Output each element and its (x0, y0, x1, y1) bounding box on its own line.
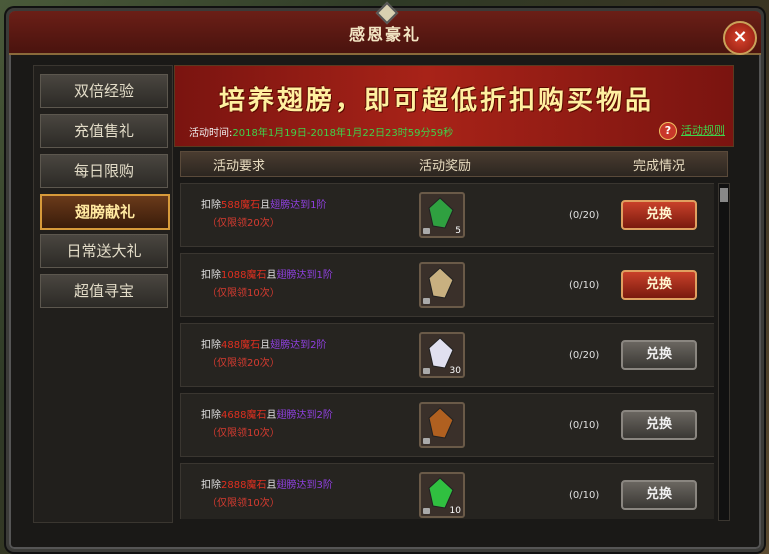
reward-row: 扣除4688魔石且翅膀达到2阶 （仅限领10次） (0/10) 兑换 (180, 393, 714, 457)
scrollbar[interactable] (718, 183, 730, 521)
sidebar-tab[interactable]: 双倍经验 (40, 74, 168, 108)
time-label: 活动时间: (189, 128, 233, 139)
currency-label: 魔石 (246, 410, 267, 421)
main-panel: 培养翅膀，即可超低折扣购买物品 活动时间:2018年1月19日-2018年1月2… (174, 65, 734, 521)
deduct-label: 扣除 (201, 200, 221, 211)
redeem-button[interactable]: 兑换 (621, 340, 697, 370)
requirement-text: 扣除588魔石且翅膀达到1阶 (201, 196, 326, 211)
reward-row: 扣除588魔石且翅膀达到1阶 （仅限领20次） 5 (0/20) 兑换 (180, 183, 714, 247)
deduct-label: 扣除 (201, 340, 221, 351)
activity-banner: 培养翅膀，即可超低折扣购买物品 活动时间:2018年1月19日-2018年1月2… (174, 65, 734, 147)
lock-icon (423, 228, 430, 234)
progress-count: (0/10) (569, 280, 600, 291)
deduct-label: 扣除 (201, 270, 221, 281)
sidebar-tab[interactable]: 超值寻宝 (40, 274, 168, 308)
activity-time: 活动时间:2018年1月19日-2018年1月22日23时59分59秒 (189, 124, 453, 139)
rules-link[interactable]: ? 活动规则 (659, 122, 725, 140)
cost-amount: 1088 (221, 270, 247, 281)
bronze-ring-icon (428, 407, 454, 439)
time-value: 2018年1月19日-2018年1月22日23时59分59秒 (232, 128, 454, 139)
wing-condition: 翅膀达到3阶 (276, 480, 333, 491)
sidebar: 双倍经验充值售礼每日限购翅膀献礼日常送大礼超值寻宝 (33, 65, 173, 523)
redeem-button[interactable]: 兑换 (621, 410, 697, 440)
lock-icon (423, 508, 430, 514)
lock-icon (423, 438, 430, 444)
rules-link-label: 活动规则 (681, 124, 725, 137)
scroll-thumb[interactable] (720, 188, 728, 202)
redeem-button[interactable]: 兑换 (621, 270, 697, 300)
question-icon: ? (659, 122, 677, 140)
and-label: 且 (260, 200, 271, 211)
reward-item-slot[interactable]: 10 (419, 472, 465, 518)
banner-headline: 培养翅膀，即可超低折扣购买物品 (219, 86, 655, 116)
progress-count: (0/20) (569, 350, 600, 361)
sidebar-tab[interactable]: 充值售礼 (40, 114, 168, 148)
cost-amount: 2888 (221, 480, 247, 491)
progress-count: (0/20) (569, 210, 600, 221)
requirement-text: 扣除1088魔石且翅膀达到1阶 (201, 266, 333, 281)
progress-count: (0/10) (569, 490, 600, 501)
sidebar-tab[interactable]: 翅膀献礼 (40, 194, 170, 230)
and-label: 且 (260, 340, 271, 351)
reward-row: 扣除1088魔石且翅膀达到1阶 （仅限领10次） (0/10) 兑换 (180, 253, 714, 317)
green-gem-icon (428, 197, 454, 229)
reward-list: 扣除588魔石且翅膀达到1阶 （仅限领20次） 5 (0/20) 兑换 扣除1088魔石且… (180, 183, 714, 519)
redeem-button[interactable]: 兑换 (621, 480, 697, 510)
reward-row: 扣除488魔石且翅膀达到2阶 （仅限领20次） 30 (0/20) 兑换 (180, 323, 714, 387)
and-label: 且 (266, 410, 277, 421)
claim-limit: （仅限领20次） (207, 218, 280, 229)
col-status: 完成情况 (633, 159, 686, 174)
deduct-label: 扣除 (201, 410, 221, 421)
reward-item-slot[interactable] (419, 262, 465, 308)
wing-condition: 翅膀达到1阶 (270, 200, 327, 211)
lock-icon (423, 298, 430, 304)
wing-condition: 翅膀达到1阶 (276, 270, 333, 281)
wing-condition: 翅膀达到2阶 (270, 340, 327, 351)
dialog-title: 感恩豪礼 (348, 25, 421, 44)
col-reward: 活动奖励 (419, 159, 472, 174)
requirement-text: 扣除488魔石且翅膀达到2阶 (201, 336, 326, 351)
sidebar-tab[interactable]: 日常送大礼 (40, 234, 168, 268)
currency-label: 魔石 (240, 200, 261, 211)
column-header: 活动要求 活动奖励 完成情况 (180, 151, 728, 177)
claim-limit: （仅限领20次） (207, 358, 280, 369)
scroll-paper-icon (428, 267, 454, 299)
cost-amount: 4688 (221, 410, 247, 421)
deduct-label: 扣除 (201, 480, 221, 491)
item-count: 30 (449, 366, 461, 376)
claim-limit: （仅限领10次） (207, 498, 280, 509)
progress-count: (0/10) (569, 420, 600, 431)
currency-label: 魔石 (246, 480, 267, 491)
reward-item-slot[interactable]: 5 (419, 192, 465, 238)
reward-row: 扣除2888魔石且翅膀达到3阶 （仅限领10次） 10 (0/10) 兑换 (180, 463, 714, 519)
item-count: 10 (449, 506, 461, 516)
and-label: 且 (266, 270, 277, 281)
dialog-window: 感恩豪礼 × 双倍经验充值售礼每日限购翅膀献礼日常送大礼超值寻宝 培养翅膀，即可… (6, 1, 764, 552)
currency-label: 魔石 (246, 270, 267, 281)
claim-limit: （仅限领10次） (207, 288, 280, 299)
claim-limit: （仅限领10次） (207, 428, 280, 439)
wing-condition: 翅膀达到2阶 (276, 410, 333, 421)
redeem-button[interactable]: 兑换 (621, 200, 697, 230)
and-label: 且 (266, 480, 277, 491)
requirement-text: 扣除2888魔石且翅膀达到3阶 (201, 476, 333, 491)
close-icon[interactable]: × (723, 21, 757, 55)
sidebar-tab[interactable]: 每日限购 (40, 154, 168, 188)
item-count: 5 (455, 226, 461, 236)
reward-item-slot[interactable] (419, 402, 465, 448)
cost-amount: 588 (221, 200, 241, 211)
requirement-text: 扣除4688魔石且翅膀达到2阶 (201, 406, 333, 421)
currency-label: 魔石 (240, 340, 261, 351)
cost-amount: 488 (221, 340, 241, 351)
title-bar: 感恩豪礼 × (9, 1, 761, 55)
lock-icon (423, 368, 430, 374)
col-requirement: 活动要求 (213, 159, 266, 174)
reward-item-slot[interactable]: 30 (419, 332, 465, 378)
